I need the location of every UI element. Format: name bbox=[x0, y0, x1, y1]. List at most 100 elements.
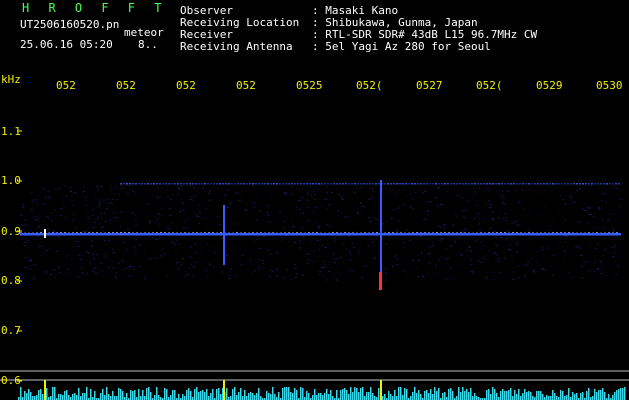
noise-pixel bbox=[152, 196, 155, 198]
noise-pixel bbox=[302, 212, 305, 214]
noise-pixel bbox=[292, 204, 295, 206]
noise-pixel bbox=[38, 245, 41, 247]
histogram-bar bbox=[372, 393, 374, 400]
band-dot bbox=[360, 183, 362, 185]
band-dot bbox=[324, 183, 326, 185]
band-dot bbox=[552, 183, 554, 185]
noise-pixel bbox=[195, 251, 198, 253]
noise-pixel bbox=[328, 270, 331, 272]
histogram-bar bbox=[80, 396, 82, 400]
noise-pixel bbox=[189, 246, 192, 248]
noise-pixel bbox=[33, 277, 36, 279]
noise-pixel bbox=[589, 241, 592, 243]
band-dot bbox=[549, 183, 551, 185]
band-dot bbox=[318, 183, 320, 185]
noise-pixel bbox=[26, 259, 29, 261]
carrier-speckle bbox=[276, 232, 278, 233]
band-dot bbox=[414, 183, 416, 185]
band-dot bbox=[399, 183, 401, 185]
noise-pixel bbox=[416, 254, 419, 256]
noise-pixel bbox=[197, 215, 200, 217]
histogram-bar bbox=[620, 388, 622, 400]
noise-pixel bbox=[267, 249, 270, 251]
noise-pixel bbox=[372, 258, 375, 260]
noise-pixel bbox=[331, 192, 334, 194]
band-dot bbox=[306, 183, 308, 185]
histogram-bar bbox=[184, 396, 186, 400]
histogram-bar bbox=[520, 396, 522, 400]
noise-pixel bbox=[396, 230, 399, 232]
histogram-bar bbox=[442, 393, 444, 400]
band-dot bbox=[327, 183, 329, 185]
noise-pixel bbox=[100, 262, 103, 264]
histogram-bar bbox=[466, 389, 468, 400]
noise-pixel bbox=[114, 217, 117, 219]
histogram-bar bbox=[504, 391, 506, 400]
noise-pixel bbox=[478, 230, 481, 232]
noise-pixel bbox=[192, 274, 195, 276]
carrier-speckle bbox=[268, 232, 270, 233]
carrier-speckle bbox=[484, 232, 486, 233]
meteor-echo bbox=[223, 205, 225, 265]
carrier-speckle bbox=[448, 232, 450, 233]
noise-pixel bbox=[431, 241, 434, 243]
noise-pixel bbox=[45, 273, 48, 275]
noise-pixel bbox=[253, 202, 256, 204]
carrier-speckle bbox=[388, 232, 390, 233]
noise-pixel bbox=[397, 189, 400, 191]
carrier-speckle bbox=[240, 232, 242, 233]
noise-pixel bbox=[109, 219, 112, 221]
noise-pixel bbox=[610, 210, 613, 212]
histogram-bar bbox=[248, 393, 250, 400]
noise-pixel bbox=[178, 188, 181, 190]
carrier-speckle bbox=[504, 232, 506, 233]
band-dot bbox=[435, 183, 437, 185]
histogram-bar bbox=[506, 391, 508, 400]
carrier-speckle bbox=[384, 232, 386, 233]
band-dot bbox=[156, 183, 158, 185]
noise-pixel bbox=[253, 206, 256, 208]
noise-pixel bbox=[523, 208, 526, 210]
noise-pixel bbox=[81, 272, 84, 274]
band-dot bbox=[261, 183, 263, 185]
noise-pixel bbox=[322, 266, 325, 268]
noise-pixel bbox=[284, 193, 287, 195]
band-dot bbox=[510, 183, 512, 185]
noise-pixel bbox=[385, 279, 388, 281]
noise-pixel bbox=[468, 245, 471, 247]
noise-pixel bbox=[202, 187, 205, 189]
histogram-bar bbox=[402, 395, 404, 400]
band-dot bbox=[246, 183, 248, 185]
histogram-bar bbox=[64, 391, 66, 400]
noise-pixel bbox=[445, 248, 448, 250]
noise-pixel bbox=[84, 200, 87, 202]
noise-pixel bbox=[443, 278, 446, 280]
band-dot bbox=[192, 183, 194, 185]
band-dot bbox=[480, 183, 482, 185]
carrier-speckle bbox=[440, 232, 442, 233]
noise-pixel bbox=[455, 216, 458, 218]
noise-pixel bbox=[614, 247, 617, 249]
noise-pixel bbox=[305, 253, 308, 255]
noise-pixel bbox=[208, 199, 211, 201]
histogram-bar bbox=[74, 393, 76, 400]
histogram-bar bbox=[26, 393, 28, 400]
noise-pixel bbox=[505, 217, 508, 219]
histogram-bar bbox=[140, 396, 142, 400]
histogram-bar bbox=[594, 389, 596, 400]
band-dot bbox=[492, 183, 494, 185]
noise-pixel bbox=[258, 210, 261, 212]
carrier-speckle bbox=[528, 232, 530, 233]
noise-pixel bbox=[235, 192, 238, 194]
noise-pixel bbox=[564, 241, 567, 243]
noise-pixel bbox=[34, 199, 37, 201]
noise-pixel bbox=[172, 194, 175, 196]
band-dot bbox=[495, 183, 497, 185]
histogram-bar bbox=[312, 395, 314, 400]
noise-pixel bbox=[440, 238, 443, 240]
noise-pixel bbox=[180, 263, 183, 265]
noise-pixel bbox=[336, 258, 339, 260]
noise-pixel bbox=[602, 255, 605, 257]
carrier-speckle bbox=[36, 232, 38, 233]
noise-pixel bbox=[464, 228, 467, 230]
